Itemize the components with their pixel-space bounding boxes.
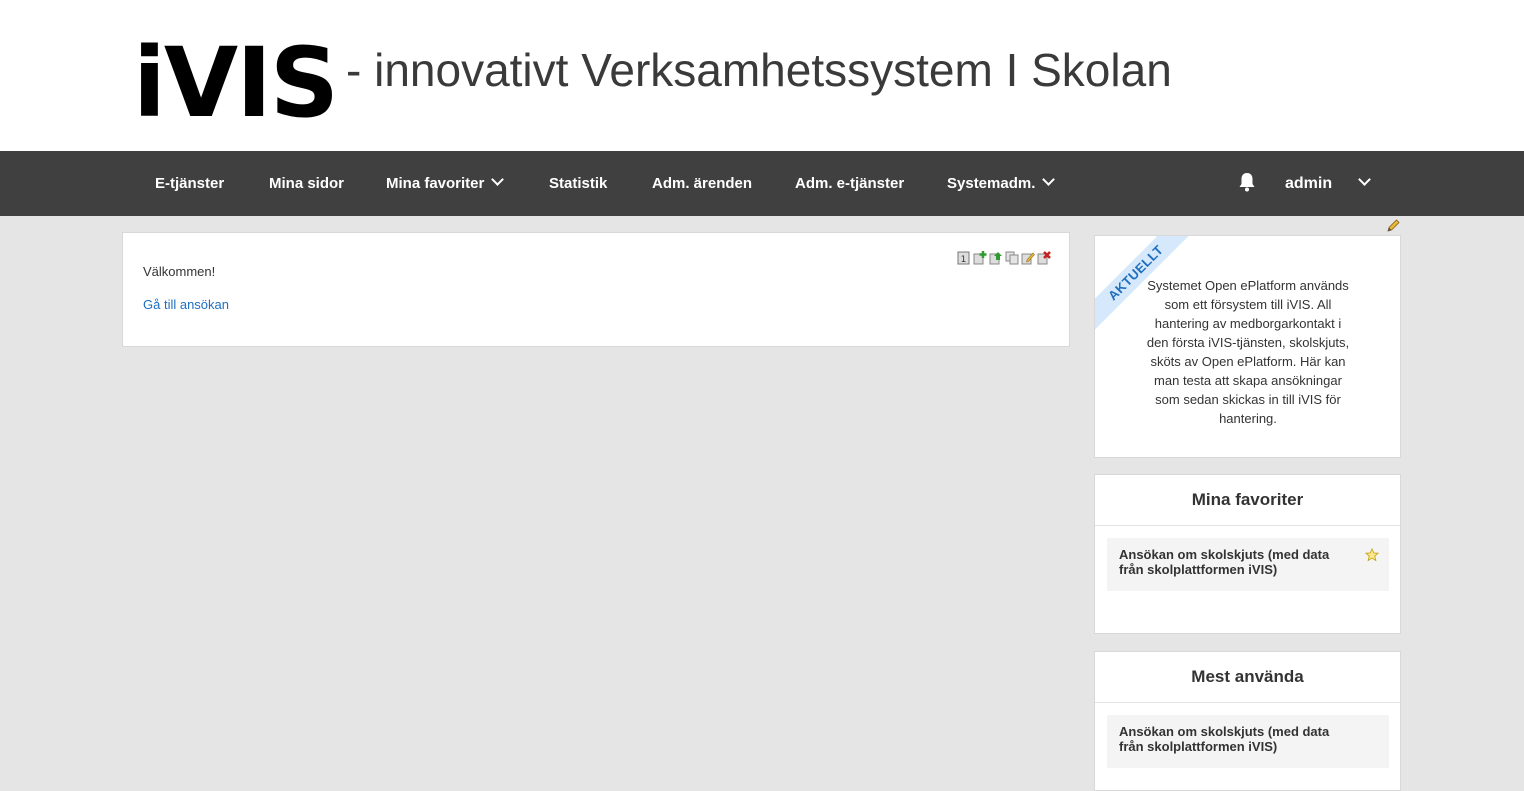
nav-item-label: Adm. e-tjänster <box>795 175 905 192</box>
favorites-title: Mina favoriter <box>1095 475 1400 526</box>
apply-link[interactable]: Gå till ansökan <box>143 297 229 312</box>
news-text: Systemet Open ePlatform används som ett … <box>1146 278 1350 426</box>
most-used-card: Mest använda Ansökan om skolskjuts (med … <box>1094 651 1401 791</box>
logo[interactable]: iVIS <box>133 28 339 138</box>
most-used-item[interactable]: Ansökan om skolskjuts (med data från sko… <box>1107 715 1389 768</box>
favorites-card: Mina favoriter Ansökan om skolskjuts (me… <box>1094 474 1401 634</box>
favorite-item-label: Ansökan om skolskjuts (med data från sko… <box>1119 547 1330 577</box>
add-icon[interactable] <box>973 251 987 265</box>
user-name: admin <box>1285 175 1333 192</box>
bell-icon[interactable] <box>1238 172 1256 192</box>
nav-item-label: Mina favoriter <box>386 175 485 192</box>
page-header: iVIS - innovativt Verksamhetssystem I Sk… <box>0 0 1524 151</box>
nav-item-e-tjanster[interactable]: E-tjänster <box>155 151 224 216</box>
site-tagline: - innovativt Verksamhetssystem I Skolan <box>346 44 1172 96</box>
edit-icon[interactable] <box>1021 251 1035 265</box>
most-used-item-label: Ansökan om skolskjuts (med data från sko… <box>1119 724 1330 754</box>
nav-item-label: Statistik <box>549 175 608 192</box>
delete-icon[interactable] <box>1037 251 1051 265</box>
nav-item-label: Adm. ärenden <box>652 175 753 192</box>
news-card: AKTUELLT Systemet Open ePlatform används… <box>1094 235 1401 458</box>
nav-item-label: Mina sidor <box>269 175 345 192</box>
chevron-down-icon <box>1358 173 1371 186</box>
star-icon[interactable] <box>1365 548 1379 562</box>
page-number-icon[interactable]: 1 <box>957 251 971 265</box>
favorite-item[interactable]: Ansökan om skolskjuts (med data från sko… <box>1107 538 1389 591</box>
module-toolbar: 1 <box>957 251 1051 265</box>
nav-item-label: Systemadm. <box>947 175 1036 192</box>
user-menu[interactable]: admin <box>1285 151 1371 216</box>
svg-text:1: 1 <box>961 255 967 265</box>
nav-item-systemadm[interactable]: Systemadm. <box>947 151 1056 216</box>
chevron-down-icon <box>491 173 505 186</box>
nav-item-mina-sidor[interactable]: Mina sidor <box>269 151 344 216</box>
main-navbar: E-tjänster Mina sidor Mina favoriter Sta… <box>0 151 1524 216</box>
nav-item-mina-favoriter[interactable]: Mina favoriter <box>386 151 505 216</box>
copy-icon[interactable] <box>1005 251 1019 265</box>
nav-item-adm-arenden[interactable]: Adm. ärenden <box>652 151 752 216</box>
nav-item-adm-e-tjanster[interactable]: Adm. e-tjänster <box>795 151 904 216</box>
content-panel: Välkommen! Gå till ansökan 1 <box>122 232 1070 347</box>
most-used-title: Mest använda <box>1095 652 1400 703</box>
welcome-text: Välkommen! <box>143 264 216 279</box>
nav-item-statistik[interactable]: Statistik <box>549 151 607 216</box>
nav-item-label: E-tjänster <box>155 175 225 192</box>
pencil-icon[interactable] <box>1386 219 1400 233</box>
move-icon[interactable] <box>989 251 1003 265</box>
chevron-down-icon <box>1042 173 1056 186</box>
